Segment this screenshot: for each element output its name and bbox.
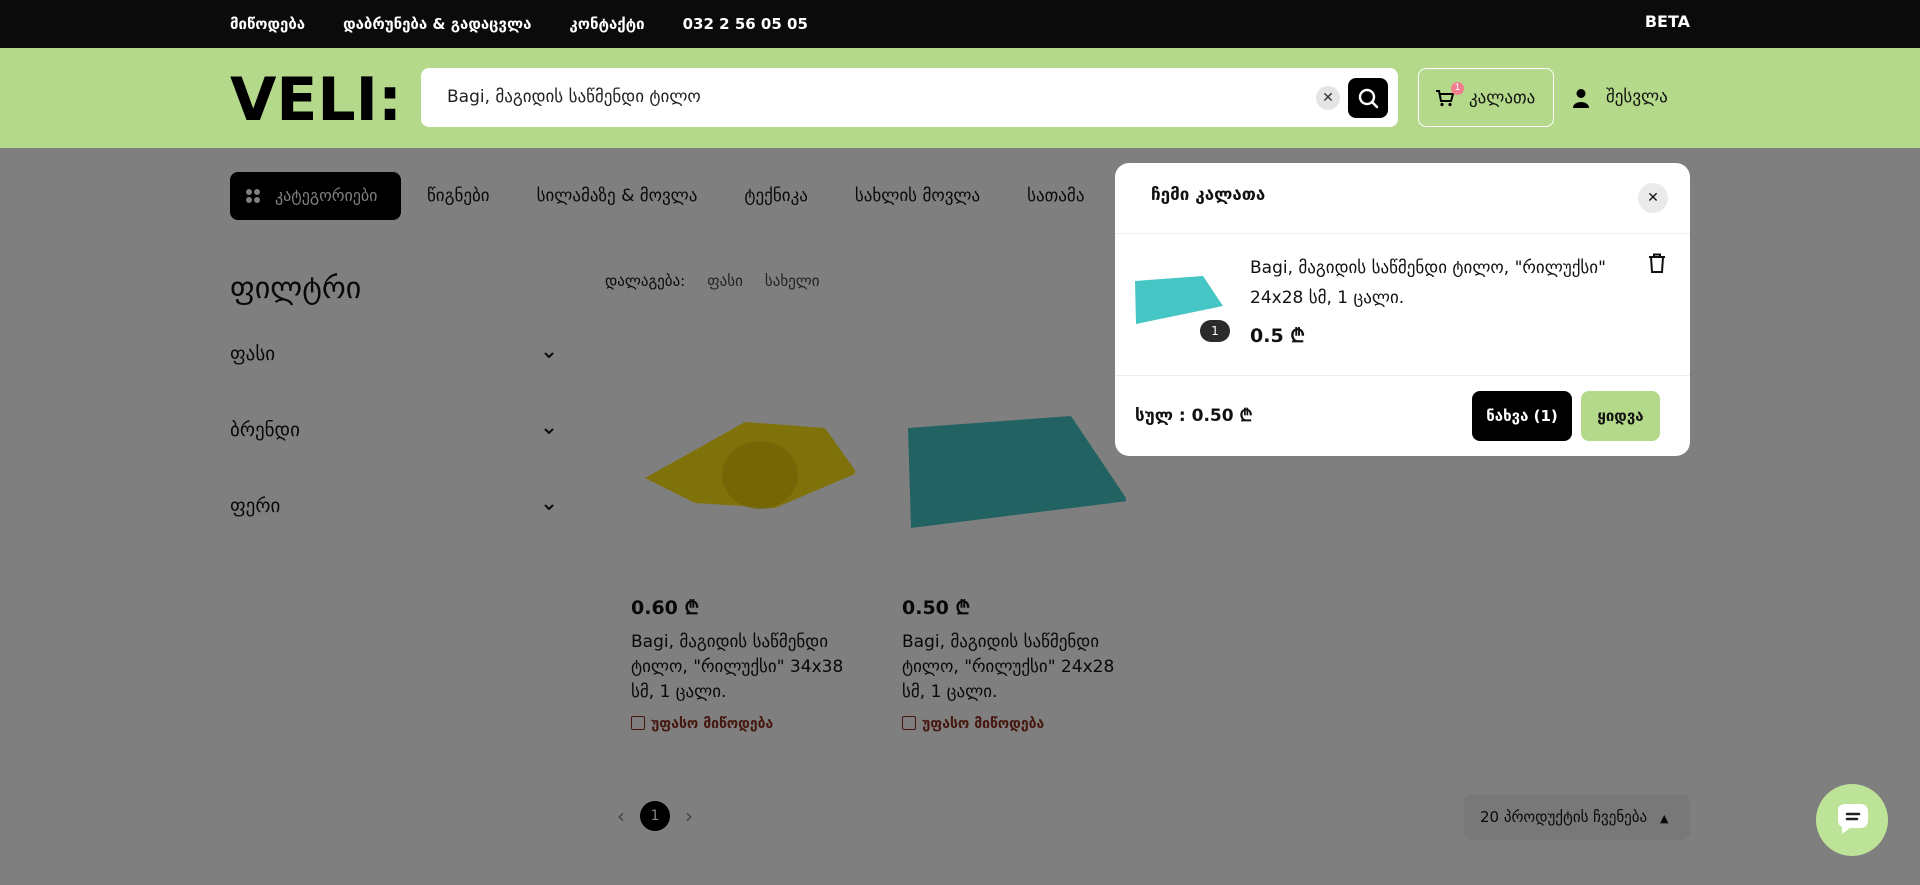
cart-button[interactable]: 1 კალათა <box>1418 68 1554 127</box>
veli-logo[interactable]: VELI: <box>230 70 408 126</box>
search-icon <box>1358 88 1379 109</box>
login-label: შესვლა <box>1606 87 1668 107</box>
cart-total: სულ : 0.50 ₾ <box>1135 406 1253 426</box>
beta-badge: BETA <box>1644 12 1690 31</box>
user-icon <box>1573 89 1589 108</box>
search-button[interactable] <box>1348 78 1388 118</box>
phone-number[interactable]: 032 2 56 05 05 <box>683 15 808 33</box>
top-bar: მიწოდება დაბრუნება & გადაცვლა კონტაქტი 0… <box>0 0 1920 48</box>
clear-search-icon[interactable]: ✕ <box>1316 86 1340 110</box>
divider <box>1115 233 1690 234</box>
close-icon[interactable]: ✕ <box>1638 183 1668 213</box>
cart-popup: ჩემი კალათა ✕ 1 Bagi, მაგიდის საწმენდი ტ… <box>1115 163 1690 456</box>
chat-icon <box>1838 804 1868 834</box>
contact-link[interactable]: კონტაქტი <box>569 15 644 33</box>
top-links: მიწოდება დაბრუნება & გადაცვლა კონტაქტი 0… <box>230 0 846 48</box>
delivery-link[interactable]: მიწოდება <box>230 15 305 33</box>
cart-item-qty: 1 <box>1200 320 1230 342</box>
divider <box>1115 375 1690 376</box>
view-cart-button[interactable]: ნახვა (1) <box>1472 391 1572 441</box>
cart-item-name[interactable]: Bagi, მაგიდის საწმენდი ტილო, "რილუქსი" 2… <box>1250 253 1630 313</box>
header: VELI: Bagi, მაგიდის საწმენდი ტილო ✕ 1 კა… <box>0 48 1920 148</box>
cart-item-price: 0.5 ₾ <box>1250 325 1305 347</box>
cart-label: კალათა <box>1469 88 1536 108</box>
cart-popup-title: ჩემი კალათა <box>1151 185 1266 205</box>
search-input[interactable]: Bagi, მაგიდის საწმენდი ტილო <box>447 68 701 127</box>
svg-text:VELI:: VELI: <box>230 70 402 126</box>
returns-link[interactable]: დაბრუნება & გადაცვლა <box>343 15 531 33</box>
chat-button[interactable] <box>1816 784 1888 856</box>
cart-count-badge: 1 <box>1451 82 1464 95</box>
search-bar: Bagi, მაგიდის საწმენდი ტილო ✕ <box>421 68 1398 127</box>
trash-icon[interactable] <box>1648 253 1666 273</box>
buy-button[interactable]: ყიდვა <box>1581 391 1660 441</box>
